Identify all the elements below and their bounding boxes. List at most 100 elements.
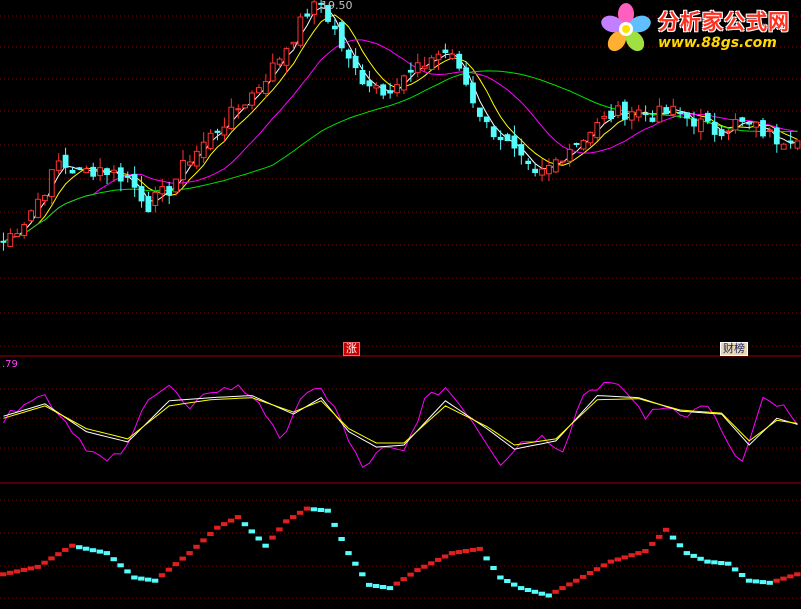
step-mark xyxy=(462,549,469,553)
candle-body xyxy=(601,115,608,119)
logo-url: www.88gs.com xyxy=(658,35,777,51)
candle-body xyxy=(83,168,90,174)
step-mark xyxy=(131,575,138,580)
candle-body xyxy=(55,160,62,171)
step-mark xyxy=(96,549,104,554)
step-mark xyxy=(124,569,131,574)
candle-body xyxy=(193,150,200,167)
signal-tag-caibang[interactable]: 财榜 xyxy=(720,342,748,356)
step-mark xyxy=(697,556,704,561)
step-mark xyxy=(614,557,621,562)
osc-slow2-line xyxy=(3,397,798,446)
candle-body xyxy=(483,116,490,123)
candle-body xyxy=(228,106,235,129)
candle-body xyxy=(525,160,532,165)
candle-body xyxy=(580,140,587,150)
candle-body xyxy=(608,110,615,119)
candle-body xyxy=(518,144,525,156)
candle-body xyxy=(207,132,214,149)
candle-body xyxy=(622,101,628,120)
candle-body xyxy=(338,22,345,49)
step-mark xyxy=(366,582,373,587)
step-mark xyxy=(538,591,545,596)
oscillator-value-label: .79 xyxy=(2,359,18,370)
candle-body xyxy=(773,127,780,145)
candle-body xyxy=(180,160,186,181)
candle-body xyxy=(48,169,55,198)
candle-body xyxy=(187,161,193,166)
candle-body xyxy=(90,166,97,177)
step-mark xyxy=(352,561,359,566)
candle-body xyxy=(173,178,179,193)
candle-body xyxy=(670,105,677,115)
step-mark xyxy=(0,572,7,577)
candle-body xyxy=(504,134,511,142)
step-mark xyxy=(552,589,559,594)
candle-body xyxy=(256,87,262,94)
step-mark xyxy=(414,568,421,573)
step-mark xyxy=(207,532,214,536)
signal-tag-zhang[interactable]: 涨 xyxy=(343,342,360,356)
candle-body xyxy=(677,112,684,115)
candle-body xyxy=(145,196,152,213)
step-mark xyxy=(69,543,76,548)
candle-body xyxy=(166,186,173,196)
candle-body xyxy=(725,130,732,133)
candle-body xyxy=(753,121,760,128)
step-mark xyxy=(117,563,124,568)
step-mark xyxy=(635,551,642,556)
step-mark xyxy=(221,522,228,527)
step-mark xyxy=(497,575,504,580)
step-mark xyxy=(165,567,173,572)
flower-icon xyxy=(601,3,651,52)
step-mark xyxy=(172,562,179,567)
step-mark xyxy=(566,582,573,587)
step-mark xyxy=(34,564,41,569)
candle-body xyxy=(566,148,573,162)
step-mark xyxy=(662,527,670,532)
step-mark xyxy=(296,510,304,515)
step-mark xyxy=(780,576,787,581)
step-mark xyxy=(186,551,193,556)
candle-body xyxy=(276,58,283,65)
candle-body xyxy=(573,143,580,145)
step-mark xyxy=(214,525,221,530)
step-mark xyxy=(428,561,435,566)
step-mark xyxy=(704,559,711,564)
candle-body xyxy=(152,191,159,206)
candle-body xyxy=(297,16,304,46)
step-mark xyxy=(407,572,414,577)
step-mark xyxy=(372,584,380,588)
candle-body xyxy=(421,65,428,69)
step-mark xyxy=(656,534,663,539)
candle-body xyxy=(463,67,470,85)
step-mark xyxy=(200,538,207,543)
step-mark xyxy=(676,543,684,548)
candle-body xyxy=(35,198,41,218)
candle-body xyxy=(7,233,14,247)
step-mark xyxy=(683,551,690,556)
step-mark xyxy=(179,556,186,561)
step-mark xyxy=(642,549,649,553)
step-mark xyxy=(607,559,615,564)
osc-slow1-line xyxy=(3,395,798,450)
candle-body xyxy=(394,84,400,94)
step-mark xyxy=(690,553,697,558)
step-mark xyxy=(55,552,62,557)
candle-body xyxy=(546,165,552,175)
step-mark xyxy=(276,527,283,532)
step-mark xyxy=(773,578,780,583)
step-mark xyxy=(393,581,400,586)
candle-body xyxy=(456,53,463,69)
step-mark xyxy=(41,560,48,565)
step-mark xyxy=(262,543,269,548)
candle-body xyxy=(642,113,649,116)
step-mark xyxy=(89,548,97,553)
candle-body xyxy=(97,167,103,177)
candle-body xyxy=(477,107,483,117)
step-mark xyxy=(511,582,518,587)
candle-body xyxy=(359,70,366,85)
step-mark xyxy=(151,578,159,583)
step-mark xyxy=(338,537,345,541)
candle-body xyxy=(635,109,642,118)
